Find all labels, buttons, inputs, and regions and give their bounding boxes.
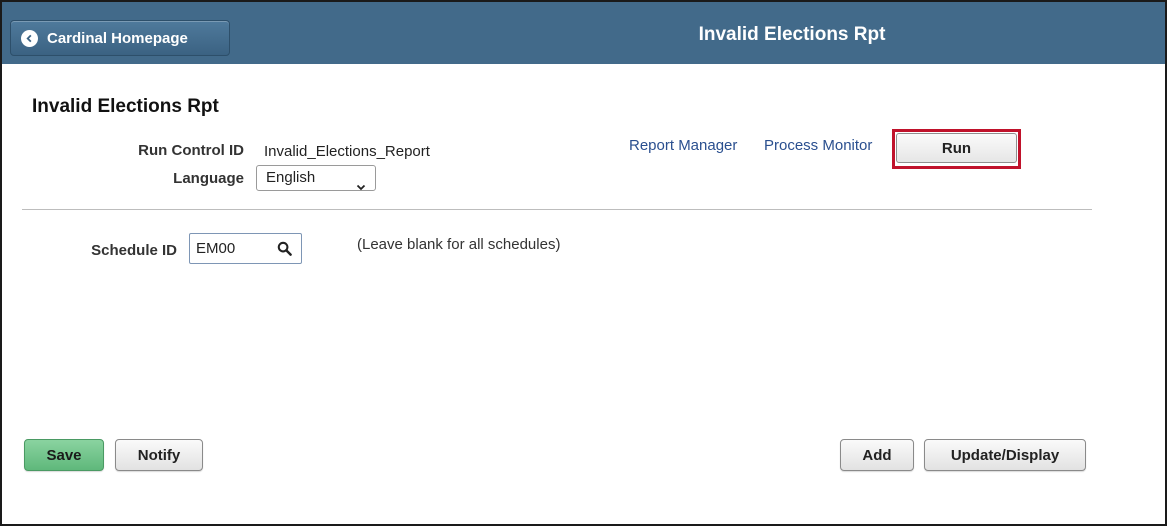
process-monitor-link[interactable]: Process Monitor xyxy=(764,137,872,154)
section-divider xyxy=(22,209,1092,210)
language-selected-value: English xyxy=(266,169,316,186)
chevron-down-icon xyxy=(356,175,366,199)
page-title: Invalid Elections Rpt xyxy=(32,96,219,117)
run-control-id-value: Invalid_Elections_Report xyxy=(264,143,430,160)
home-button-label: Cardinal Homepage xyxy=(47,29,188,47)
schedule-id-input[interactable]: EM00 xyxy=(189,233,302,264)
run-button[interactable]: Run xyxy=(896,133,1017,163)
save-button[interactable]: Save xyxy=(24,439,104,471)
notify-button[interactable]: Notify xyxy=(115,439,203,471)
cardinal-homepage-button[interactable]: Cardinal Homepage xyxy=(10,20,230,56)
chevron-left-icon xyxy=(21,29,38,47)
page-header: Cardinal Homepage Invalid Elections Rpt xyxy=(2,2,1165,64)
update-display-button[interactable]: Update/Display xyxy=(924,439,1086,471)
run-control-id-label: Run Control ID xyxy=(138,142,244,159)
report-manager-link[interactable]: Report Manager xyxy=(629,137,737,154)
search-icon[interactable] xyxy=(277,241,292,261)
language-label: Language xyxy=(173,170,244,187)
schedule-id-hint: (Leave blank for all schedules) xyxy=(357,236,561,253)
header-title: Invalid Elections Rpt xyxy=(698,24,886,45)
add-button[interactable]: Add xyxy=(840,439,914,471)
schedule-id-value: EM00 xyxy=(196,240,236,257)
schedule-id-label: Schedule ID xyxy=(91,242,177,259)
app-frame: Cardinal Homepage Invalid Elections Rpt … xyxy=(0,0,1167,526)
language-select[interactable]: English xyxy=(256,165,376,191)
